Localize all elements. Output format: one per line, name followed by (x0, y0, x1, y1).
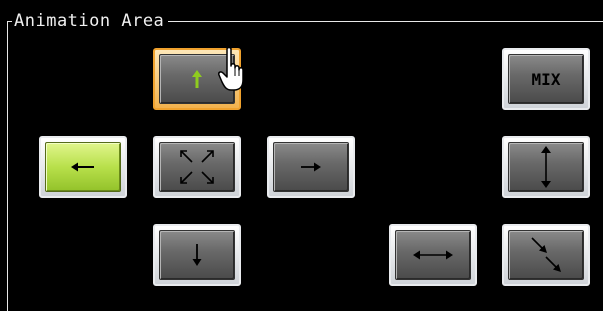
arrow-right-icon (300, 161, 322, 173)
arrow-diagonal-down-right-icon (528, 235, 564, 275)
mix-button[interactable]: MIX (502, 48, 590, 110)
animate-horizontal-button[interactable] (389, 224, 477, 286)
expand-diagonal-icon (177, 147, 217, 187)
animate-left-button[interactable] (39, 136, 127, 198)
animate-vertical-button[interactable] (502, 136, 590, 198)
animate-up-button[interactable] (153, 48, 241, 110)
animate-down-button[interactable] (153, 224, 241, 286)
animate-expand-button[interactable] (153, 136, 241, 198)
animate-diagonal-button[interactable] (502, 224, 590, 286)
arrow-down-icon (191, 243, 203, 267)
mix-label: MIX (531, 69, 561, 89)
group-title: Animation Area (12, 10, 169, 32)
animate-right-button[interactable] (267, 136, 355, 198)
arrow-up-icon (190, 68, 204, 90)
arrow-left-icon (70, 161, 96, 173)
arrow-up-down-icon (539, 145, 553, 189)
arrow-left-right-icon (412, 249, 454, 261)
